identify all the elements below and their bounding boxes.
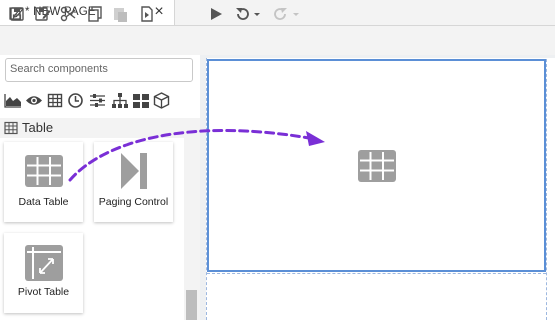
component-label: Pivot Table (17, 286, 70, 298)
area-chart-icon[interactable] (4, 92, 21, 109)
container-guide-horizontal (207, 273, 546, 274)
pivot-table-card[interactable]: Pivot Table (4, 233, 83, 313)
data-table-card[interactable]: Data Table (4, 142, 83, 222)
component-label: Paging Control (98, 196, 169, 208)
sliders-icon[interactable] (89, 92, 106, 109)
paging-control-card[interactable]: Paging Control (94, 142, 173, 222)
container-guide-vertical (546, 59, 547, 320)
save-as-icon[interactable] (34, 5, 52, 23)
skip-end-icon (121, 153, 147, 194)
hierarchy-icon[interactable] (111, 92, 128, 109)
clock-icon[interactable] (67, 92, 84, 109)
eye-icon[interactable] (25, 92, 42, 109)
copy-icon[interactable] (86, 5, 104, 23)
component-label: Data Table (18, 196, 69, 208)
cut-icon[interactable] (59, 5, 77, 23)
undo-icon[interactable] (233, 5, 261, 23)
table-section-icon (4, 121, 18, 135)
dashboard-icon[interactable] (132, 92, 149, 109)
scrollbar-thumb[interactable] (186, 290, 197, 320)
save-icon[interactable] (8, 5, 26, 23)
redo-icon[interactable] (272, 5, 300, 23)
search-placeholder: Search components (10, 63, 108, 75)
data-table-icon (25, 155, 63, 192)
export-icon[interactable] (138, 5, 156, 23)
section-label: Table (22, 120, 54, 135)
run-icon[interactable] (207, 5, 225, 23)
toolbar (0, 26, 555, 55)
pivot-table-icon (25, 245, 63, 286)
cube-icon[interactable] (153, 92, 170, 109)
table-grid-icon[interactable] (47, 92, 64, 109)
table-placeholder-icon (358, 150, 396, 187)
paste-icon[interactable] (111, 5, 129, 23)
